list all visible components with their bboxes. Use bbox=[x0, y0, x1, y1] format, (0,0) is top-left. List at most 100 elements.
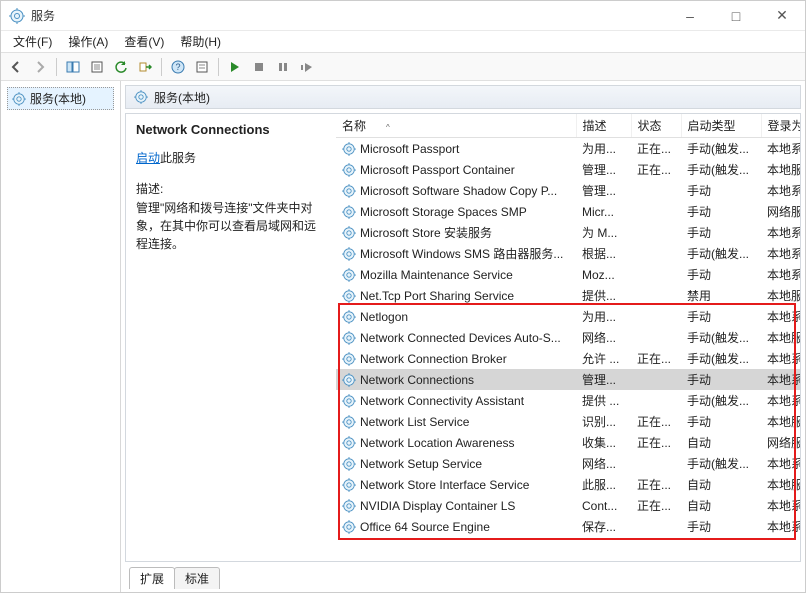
cell-startup: 手动 bbox=[681, 180, 761, 201]
show-hide-tree-button[interactable] bbox=[62, 56, 84, 78]
table-row[interactable]: Microsoft Store 安装服务为 M...手动本地系... bbox=[336, 222, 800, 243]
table-row[interactable]: Network Setup Service网络...手动(触发...本地系... bbox=[336, 453, 800, 474]
menu-file[interactable]: 文件(F) bbox=[5, 31, 60, 52]
cell-logon: 本地系... bbox=[761, 180, 800, 201]
table-row[interactable]: Microsoft Passport为用...正在...手动(触发...本地系.… bbox=[336, 138, 800, 160]
table-row[interactable]: Network List Service识别...正在...手动本地服... bbox=[336, 411, 800, 432]
refresh-button[interactable] bbox=[110, 56, 132, 78]
service-list[interactable]: 名称^ 描述 状态 启动类型 登录为 Microsoft Passport为用.… bbox=[336, 114, 800, 561]
table-row[interactable]: Microsoft Windows SMS 路由器服务...根据...手动(触发… bbox=[336, 243, 800, 264]
table-row[interactable]: Microsoft Storage Spaces SMPMicr...手动网络服… bbox=[336, 201, 800, 222]
tab-standard[interactable]: 标准 bbox=[174, 567, 220, 589]
restart-service-button[interactable] bbox=[296, 56, 318, 78]
table-row[interactable]: Network Connection Broker允许 ...正在...手动(触… bbox=[336, 348, 800, 369]
table-row[interactable]: Mozilla Maintenance ServiceMoz...手动本地系..… bbox=[336, 264, 800, 285]
stop-service-button[interactable] bbox=[248, 56, 270, 78]
service-icon bbox=[342, 415, 356, 429]
service-icon bbox=[342, 142, 356, 156]
service-icon bbox=[342, 331, 356, 345]
cell-desc: 根据... bbox=[576, 243, 631, 264]
service-icon bbox=[342, 268, 356, 282]
cell-desc: 保存... bbox=[576, 516, 631, 537]
pane-header: 服务(本地) bbox=[125, 85, 801, 109]
service-name: Network Connected Devices Auto-S... bbox=[360, 331, 561, 345]
detail-pane: Network Connections 启动此服务 描述: 管理"网络和拨号连接… bbox=[126, 114, 336, 561]
cell-logon: 本地系... bbox=[761, 306, 800, 327]
cell-startup: 手动 bbox=[681, 222, 761, 243]
table-row[interactable]: Network Location Awareness收集...正在...自动网络… bbox=[336, 432, 800, 453]
menu-help[interactable]: 帮助(H) bbox=[172, 31, 229, 52]
table-row[interactable]: Network Connections管理...手动本地系... bbox=[336, 369, 800, 390]
col-status[interactable]: 状态 bbox=[631, 114, 681, 138]
service-icon bbox=[342, 205, 356, 219]
toolbar-separator bbox=[161, 58, 162, 76]
services-icon bbox=[9, 8, 25, 24]
menu-action[interactable]: 操作(A) bbox=[60, 31, 116, 52]
minimize-button[interactable]: – bbox=[667, 1, 713, 31]
col-logon[interactable]: 登录为 bbox=[761, 114, 800, 138]
menu-view[interactable]: 查看(V) bbox=[116, 31, 172, 52]
start-link[interactable]: 启动 bbox=[136, 151, 160, 165]
service-name: Network Connectivity Assistant bbox=[360, 394, 524, 408]
service-name: Network Store Interface Service bbox=[360, 478, 529, 492]
col-startup[interactable]: 启动类型 bbox=[681, 114, 761, 138]
back-button[interactable] bbox=[5, 56, 27, 78]
service-name: Microsoft Store 安装服务 bbox=[360, 226, 492, 240]
cell-status: 正在... bbox=[631, 138, 681, 160]
nav-root-item[interactable]: 服务(本地) bbox=[7, 87, 114, 110]
cell-startup: 手动(触发... bbox=[681, 348, 761, 369]
nav-root-label: 服务(本地) bbox=[30, 90, 86, 107]
service-name: Microsoft Passport Container bbox=[360, 163, 515, 177]
pause-service-button[interactable] bbox=[272, 56, 294, 78]
close-button[interactable]: ✕ bbox=[759, 1, 805, 31]
cell-startup: 手动 bbox=[681, 411, 761, 432]
cell-logon: 本地服... bbox=[761, 327, 800, 348]
service-name: Mozilla Maintenance Service bbox=[360, 268, 513, 282]
table-row[interactable]: Network Connected Devices Auto-S...网络...… bbox=[336, 327, 800, 348]
table-row[interactable]: Network Store Interface Service此服...正在..… bbox=[336, 474, 800, 495]
cell-desc: 管理... bbox=[576, 180, 631, 201]
window-title: 服务 bbox=[31, 7, 667, 24]
cell-logon: 本地服... bbox=[761, 285, 800, 306]
cell-logon: 本地系... bbox=[761, 138, 800, 160]
start-service-button[interactable] bbox=[224, 56, 246, 78]
service-icon bbox=[342, 184, 356, 198]
service-name: Net.Tcp Port Sharing Service bbox=[360, 289, 514, 303]
properties-button[interactable] bbox=[86, 56, 108, 78]
forward-button[interactable] bbox=[29, 56, 51, 78]
service-icon bbox=[342, 289, 356, 303]
cell-status: 正在... bbox=[631, 159, 681, 180]
service-name: Network Location Awareness bbox=[360, 436, 515, 450]
cell-startup: 手动 bbox=[681, 264, 761, 285]
table-row[interactable]: Netlogon为用...手动本地系... bbox=[336, 306, 800, 327]
export-button[interactable] bbox=[134, 56, 156, 78]
sort-indicator-icon: ^ bbox=[386, 123, 390, 132]
tab-extended[interactable]: 扩展 bbox=[129, 567, 175, 589]
cell-logon: 本地服... bbox=[761, 474, 800, 495]
cell-startup: 手动(触发... bbox=[681, 390, 761, 411]
cell-desc: 提供... bbox=[576, 285, 631, 306]
maximize-button[interactable]: □ bbox=[713, 1, 759, 31]
cell-logon: 本地系... bbox=[761, 516, 800, 537]
table-row[interactable]: NVIDIA Display Container LSCont...正在...自… bbox=[336, 495, 800, 516]
col-desc[interactable]: 描述 bbox=[576, 114, 631, 138]
cell-logon: 本地服... bbox=[761, 411, 800, 432]
main-pane: 服务(本地) Network Connections 启动此服务 描述: 管理"… bbox=[121, 81, 805, 592]
cell-logon: 网络服... bbox=[761, 432, 800, 453]
service-name: Netlogon bbox=[360, 310, 408, 324]
help-button[interactable]: ? bbox=[167, 56, 189, 78]
cell-desc: 为 M... bbox=[576, 222, 631, 243]
table-row[interactable]: Office 64 Source Engine保存...手动本地系... bbox=[336, 516, 800, 537]
table-row[interactable]: Microsoft Software Shadow Copy P...管理...… bbox=[336, 180, 800, 201]
cell-status bbox=[631, 516, 681, 537]
cell-startup: 禁用 bbox=[681, 285, 761, 306]
cell-desc: 管理... bbox=[576, 159, 631, 180]
col-name[interactable]: 名称^ bbox=[336, 114, 576, 138]
table-row[interactable]: Network Connectivity Assistant提供 ...手动(触… bbox=[336, 390, 800, 411]
table-row[interactable]: Net.Tcp Port Sharing Service 提供... 禁用本地服..… bbox=[336, 285, 800, 306]
table-row[interactable]: Microsoft Passport Container管理...正在...手动… bbox=[336, 159, 800, 180]
service-icon bbox=[342, 163, 356, 177]
service-properties-button[interactable] bbox=[191, 56, 213, 78]
service-icon bbox=[342, 478, 356, 492]
cell-desc: 管理... bbox=[576, 369, 631, 390]
